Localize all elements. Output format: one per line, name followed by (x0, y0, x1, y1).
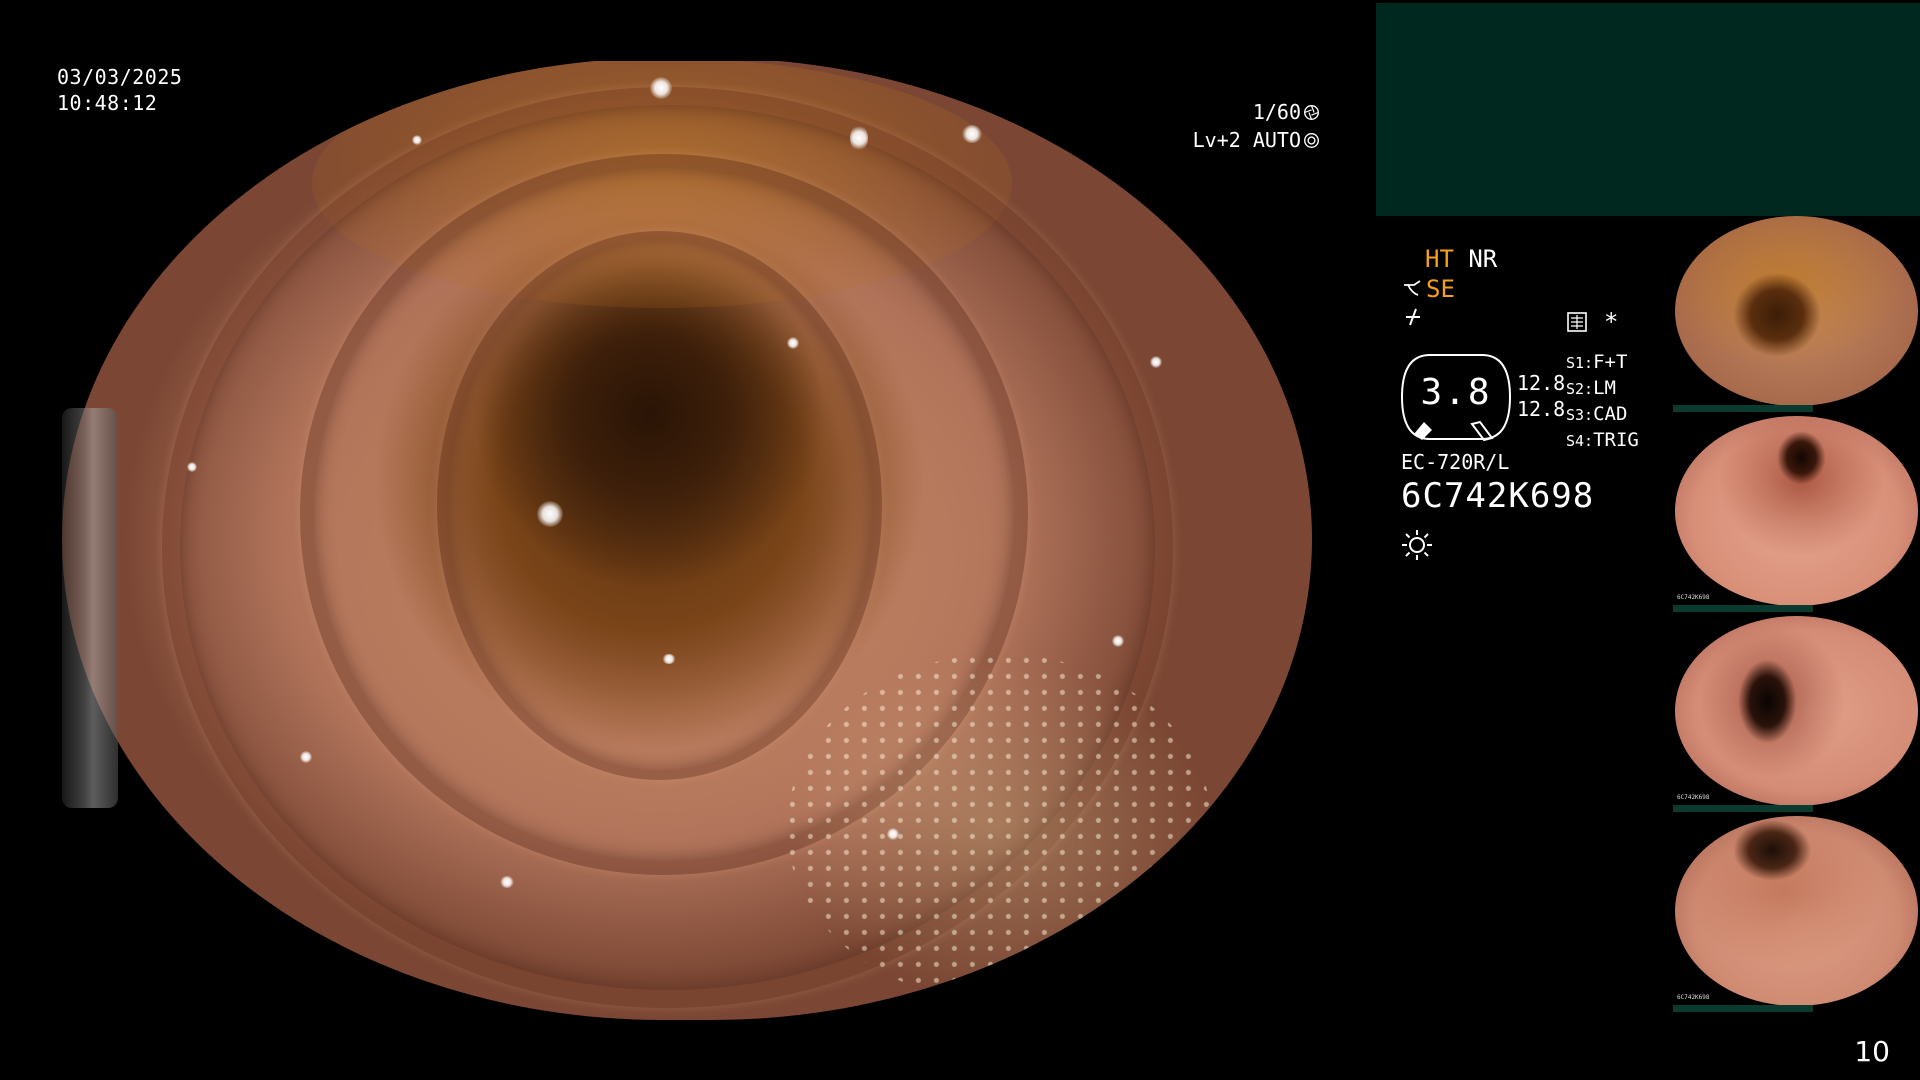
thumbnail-bar (1673, 805, 1813, 812)
iris-icon (1304, 133, 1319, 148)
scope-tip-icon (1404, 280, 1421, 296)
readout-2: 12.8 (1517, 397, 1566, 421)
asterisk-mark: * (1604, 308, 1619, 336)
light-reflection (787, 336, 799, 349)
shutter-row: 1/60 (1193, 98, 1320, 126)
switch-row: S4:TRIG (1566, 429, 1639, 451)
light-reflection (299, 750, 312, 763)
level-row: Lv+2 AUTO (1193, 126, 1320, 154)
endoscope-main-view (62, 61, 1312, 1020)
switch-row: S3:CAD (1566, 403, 1628, 425)
light-reflection (1149, 356, 1162, 369)
thumbnail-image (1675, 816, 1918, 1006)
mode-ht-nr: HT NR (1425, 244, 1497, 274)
thumbnail-bar (1673, 605, 1813, 612)
scope-model: EC-720R/L (1401, 450, 1510, 474)
info-panel-header (1376, 3, 1920, 216)
thumbnail-image (1675, 216, 1918, 406)
light-reflection (499, 875, 514, 888)
brightness-level: Lv+2 AUTO (1192, 128, 1301, 152)
light-reflection (349, 96, 362, 109)
captured-thumbnail[interactable]: 6C742K698 (1673, 816, 1920, 1012)
light-reflection (187, 462, 197, 473)
mode-se-row: SE (1402, 274, 1455, 304)
thumbnail-bar (1673, 1005, 1813, 1012)
bubble-area (787, 654, 1212, 1001)
thumbnail-label: 6C742K698 (1677, 594, 1710, 601)
switch-assignments: S1:F+T S2:LM S3:CAD S4:TRIG (1566, 350, 1639, 454)
date-time-display: 03/03/2025 10:48:12 (57, 64, 182, 116)
captured-thumbnail[interactable]: 6C742K698 (1673, 616, 1920, 812)
gauge-readouts: 12.8 12.8 (1517, 370, 1565, 422)
thumbnail-bar (1673, 405, 1813, 412)
light-reflection (849, 125, 868, 152)
exposure-readout: 1/60 Lv+2 AUTO (1193, 98, 1320, 154)
light-reflection (649, 77, 672, 100)
mode-nr: NR (1468, 245, 1498, 273)
mode-se: SE (1426, 275, 1455, 303)
gauge-marker-left (1414, 422, 1432, 440)
light-reflection (887, 827, 899, 840)
enhance-icon (1406, 308, 1420, 326)
light-reflection (537, 500, 563, 527)
thumbnail-image (1675, 416, 1918, 606)
record-grid-icon (1567, 312, 1587, 332)
thumbnail-image (1675, 616, 1918, 806)
light-sun-icon (1402, 530, 1432, 560)
thumbnail-label: 6C742K698 (1677, 994, 1710, 1001)
mode-ht: HT (1425, 245, 1454, 273)
instrument-edge (62, 408, 118, 808)
shutter-speed: 1/60 (1252, 100, 1301, 124)
mucosal-fold-inner (437, 231, 882, 781)
scope-serial: 6C742K698 (1401, 476, 1595, 516)
time-text: 10:48:12 (57, 91, 158, 115)
mode-ef-row (1402, 304, 1426, 334)
date-text: 03/03/2025 (57, 65, 183, 89)
captured-thumbnail[interactable] (1673, 216, 1920, 412)
page-number: 10 (1854, 1035, 1890, 1068)
aperture-icon (1304, 105, 1319, 120)
light-reflection (412, 134, 422, 145)
thumbnail-label: 6C742K698 (1677, 794, 1710, 801)
switch-row: S2:LM (1566, 377, 1616, 399)
captured-thumbnail[interactable]: 6C742K698 (1673, 416, 1920, 612)
switch-row: S1:F+T (1566, 351, 1628, 373)
readout-1: 12.8 (1517, 371, 1566, 395)
gauge-value: 3.8 (1420, 372, 1492, 413)
record-status: * (1566, 308, 1618, 336)
